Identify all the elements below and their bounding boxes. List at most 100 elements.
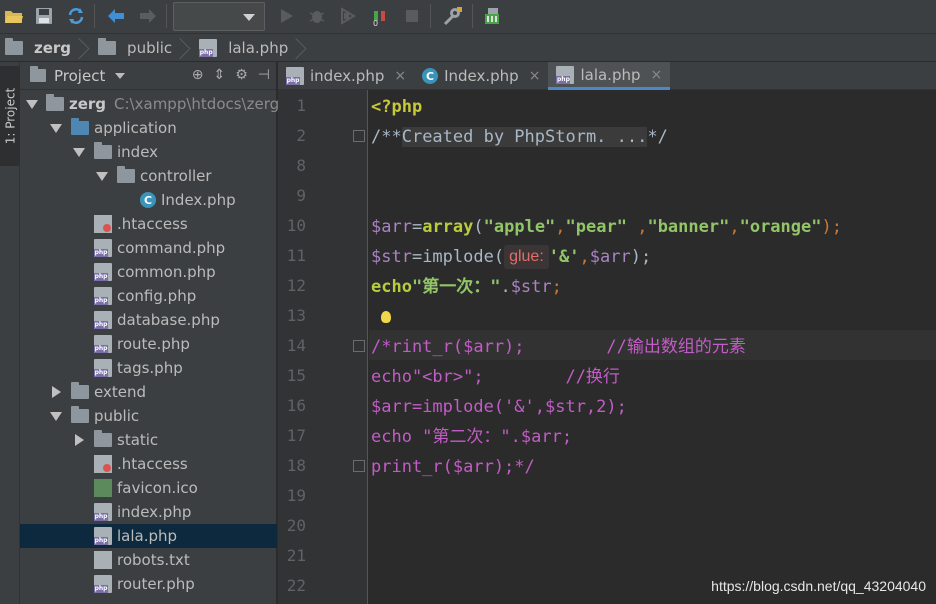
tab-label: Index.php [444,67,519,85]
back-arrow-icon[interactable] [104,4,128,28]
breadcrumb-item-lala[interactable]: lala.php [194,34,310,62]
expand-arrow-right-icon[interactable] [72,433,86,447]
folder-icon [94,430,112,447]
coverage-icon[interactable] [336,4,360,28]
doc-comment-end: */ [647,127,668,147]
tree-item-label: router.php [117,575,195,593]
run-configuration-select[interactable] [173,2,265,31]
collapse-all-icon[interactable]: ⇕ [214,67,226,83]
text-file-icon [94,551,112,569]
folder-icon [46,94,64,111]
expand-arrow-down-icon[interactable] [72,145,86,159]
project-tree: zerg C:\xampp\htdocs\zerg application index… [20,92,279,596]
tree-item[interactable]: public [20,404,277,428]
token-string: "orange" [739,217,822,237]
line-number: 1 [296,96,306,115]
close-icon[interactable]: × [529,68,541,84]
project-structure-icon[interactable] [480,4,504,28]
folded-doc-comment[interactable]: Created by PhpStorm. ... [401,127,648,147]
tree-item[interactable]: router.php [20,572,277,596]
tree-item-label: Index.php [161,191,236,209]
htaccess-file-icon [94,215,112,233]
main-toolbar: 0 [0,0,936,34]
tree-item[interactable]: .htaccess [20,212,277,236]
line-number: 2 [296,126,306,145]
tree-item[interactable]: controller [20,164,277,188]
line-number: 9 [296,186,306,205]
close-icon[interactable]: × [651,67,663,83]
code-line-10: $arr=array("apple","pear" ,"banner","ora… [371,212,842,242]
lightbulb-icon[interactable] [381,311,391,323]
tree-item[interactable]: database.php [20,308,277,332]
expand-arrow-down-icon[interactable] [26,97,38,111]
save-icon[interactable] [32,4,56,28]
hide-panel-icon[interactable]: ⊣ [258,67,270,83]
project-panel-tools: ⊕ ⇕ ⚙ ⊣ [192,67,270,83]
tree-item[interactable]: common.php [20,260,277,284]
tree-item[interactable]: lala.php [20,524,277,548]
forward-arrow-icon[interactable] [136,4,160,28]
open-folder-icon[interactable] [2,4,26,28]
sync-icon[interactable] [64,4,88,28]
line-number: 18 [286,456,306,475]
tab-Index-php-class[interactable]: C Index.php × [414,62,548,90]
tree-item[interactable]: index.php [20,500,277,524]
folder-icon [117,166,135,183]
folder-icon [94,142,112,159]
close-icon[interactable]: × [394,68,406,84]
tree-item[interactable]: application [20,116,277,140]
run-icon[interactable] [274,4,298,28]
tree-item[interactable]: C Index.php [20,188,277,212]
toolbar-separator [166,4,167,28]
expand-arrow-down-icon[interactable] [49,409,63,423]
debug-icon[interactable] [305,4,329,28]
project-panel-header: Project ⊕ ⇕ ⚙ ⊣ [20,62,276,90]
php-file-icon [199,38,218,57]
php-file-icon [94,239,112,257]
tree-item[interactable]: static [20,428,277,452]
line-number: 13 [286,306,306,325]
settings-wrench-icon[interactable] [440,4,464,28]
locate-target-icon[interactable]: ⊕ [192,67,204,83]
watermark-text: https://blog.csdn.net/qq_43204040 [711,578,926,594]
breadcrumb-item-zerg[interactable]: zerg [0,34,93,62]
gear-icon[interactable]: ⚙ [235,67,248,83]
tree-item-label: index.php [117,503,192,521]
project-view-icon [30,66,46,82]
tab-lala-php[interactable]: lala.php × [548,62,671,90]
tree-item[interactable]: config.php [20,284,277,308]
stop-icon[interactable] [400,4,424,28]
expand-arrow-right-icon[interactable] [49,385,63,399]
code-editor[interactable]: <?php /**Created by PhpStorm. ...*/ $arr… [369,90,936,604]
tree-item[interactable]: index [20,140,277,164]
tree-item[interactable]: zerg C:\xampp\htdocs\zerg [20,92,279,116]
project-view-selector[interactable]: Project [30,66,126,85]
expand-arrow-down-icon[interactable] [49,121,63,135]
tree-item-label: application [94,119,177,137]
fold-toggle-icon[interactable] [353,130,365,142]
tree-item-label: command.php [117,239,226,257]
folder-icon [71,406,89,423]
tree-item[interactable]: command.php [20,236,277,260]
tree-item[interactable]: route.php [20,332,277,356]
php-open-tag: <?php [371,97,423,117]
tree-item[interactable]: robots.txt [20,548,277,572]
line-number: 10 [286,216,306,235]
tree-item[interactable]: .htaccess [20,452,277,476]
line-number: 22 [286,576,306,595]
tree-item[interactable]: favicon.ico [20,476,277,500]
expand-arrow-down-icon[interactable] [95,169,109,183]
chevron-down-icon [115,72,126,79]
rerun-failed-icon[interactable]: 0 [368,4,392,28]
fold-end-icon[interactable] [353,460,365,472]
token-op: = [411,217,423,237]
tab-index-php[interactable]: index.php × [278,62,414,90]
tree-item[interactable]: tags.php [20,356,277,380]
tree-item[interactable]: extend [20,380,277,404]
breadcrumb-separator [298,34,310,62]
project-tool-window-tab[interactable]: 1: Project [0,66,20,166]
block-comment: echo"<br>"; //换行 [371,367,620,387]
breadcrumb-item-public[interactable]: public [93,34,194,62]
fold-toggle-icon[interactable] [353,340,365,352]
line-number: 16 [286,396,306,415]
